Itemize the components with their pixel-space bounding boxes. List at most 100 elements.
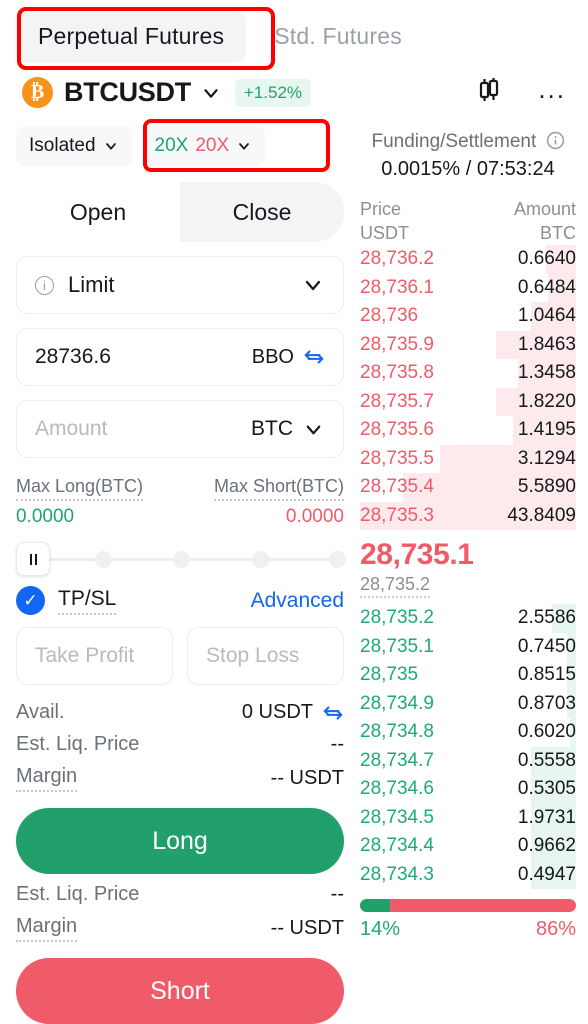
orderbook-row[interactable]: 28,735.5 3.1294 <box>360 444 576 474</box>
header-icon-group: ... <box>474 75 566 110</box>
orderbook-row[interactable]: 28,734.5 1.9731 <box>360 803 576 833</box>
funding-settlement-row: Funding/Settlement <box>360 128 576 156</box>
order-amount: 3.1294 <box>517 447 576 469</box>
long-margin-label: Margin <box>16 765 78 792</box>
slider-node[interactable] <box>252 550 270 568</box>
orderbook-row[interactable]: 28,734.7 0.5558 <box>360 746 576 776</box>
slider-handle[interactable] <box>16 542 50 576</box>
candlestick-icon[interactable] <box>474 75 504 110</box>
price-input[interactable]: 28736.6 BBO <box>16 328 344 386</box>
order-amount: 2.5586 <box>517 607 576 629</box>
short-liq-value: -- <box>330 883 344 905</box>
transfer-icon <box>323 705 343 720</box>
leverage-short-value: 20X <box>195 135 230 156</box>
order-amount: 0.6640 <box>517 248 576 270</box>
orderbook-row[interactable]: 28,735.7 1.8220 <box>360 387 576 417</box>
swap-arrows-icon <box>304 350 324 364</box>
orderbook-row[interactable]: 28,734.4 0.9662 <box>360 832 576 861</box>
index-price: 28,735.2 <box>360 574 431 599</box>
orderbook-row[interactable]: 28,736.2 0.6640 <box>360 245 576 274</box>
orderbook-row[interactable]: 28,735.9 1.8463 <box>360 330 576 360</box>
order-price: 28,735.4 <box>360 476 434 498</box>
order-price: 28,736 <box>360 305 419 327</box>
short-button[interactable]: Short <box>16 958 344 1024</box>
order-price: 28,735.8 <box>360 362 434 384</box>
order-amount: 1.0464 <box>517 305 576 327</box>
order-price: 28,736.1 <box>360 276 434 298</box>
advanced-link[interactable]: Advanced <box>251 589 344 613</box>
max-long-value: 0.0000 <box>16 506 75 527</box>
symbol-name[interactable]: BTCUSDT <box>64 77 191 108</box>
take-profit-placeholder: Take Profit <box>35 644 135 667</box>
tab-std-futures[interactable]: Std. Futures <box>252 10 424 63</box>
chevron-down-icon[interactable] <box>200 82 222 104</box>
chevron-down-icon[interactable] <box>301 273 325 297</box>
sell-ratio-label: 86% <box>535 918 576 941</box>
stop-loss-input[interactable]: Stop Loss <box>187 627 344 685</box>
amount-placeholder: Amount <box>35 417 108 440</box>
product-tabs: Perpetual Futures Std. Futures <box>0 0 588 67</box>
order-price: 28,735.2 <box>360 607 434 629</box>
orderbook-row[interactable]: 28,736 1.0464 <box>360 302 576 331</box>
buy-sell-ratio-bar <box>360 899 576 913</box>
orderbook-row[interactable]: 28,735.3 43.8409 <box>360 501 576 531</box>
order-price: 28,734.6 <box>360 778 434 800</box>
price-column-header: Price <box>360 198 402 219</box>
tab-open[interactable]: Open <box>16 182 180 242</box>
amount-input[interactable]: Amount BTC <box>16 400 344 458</box>
mid-price-block: 28,735.1 28,735.2 <box>360 530 576 604</box>
last-price: 28,735.1 <box>360 538 474 572</box>
price-unit-header: USDT <box>360 222 409 243</box>
orderbook-row[interactable]: 28,735.1 0.7450 <box>360 632 576 662</box>
price-change-badge: +1.52% <box>234 78 312 107</box>
order-amount: 0.6020 <box>517 721 576 743</box>
available-label: Avail. <box>16 701 65 723</box>
orderbook-row[interactable]: 28,735.8 1.3458 <box>360 359 576 388</box>
bbo-label[interactable]: BBO <box>252 346 294 369</box>
margin-settings-row: Isolated 20X 20X <box>16 119 344 172</box>
slider-node[interactable] <box>94 550 112 568</box>
tpsl-row: ✓ TP/SL Advanced <box>16 586 344 615</box>
order-price: 28,735.5 <box>360 447 434 469</box>
take-profit-input[interactable]: Take Profit <box>16 627 173 685</box>
orderbook-row[interactable]: 28,734.3 0.4947 <box>360 860 576 890</box>
orderbook-row[interactable]: 28,735.2 2.5586 <box>360 604 576 633</box>
leverage-selector[interactable]: 20X 20X <box>141 126 266 166</box>
tab-perpetual-futures[interactable]: Perpetual Futures <box>16 10 247 63</box>
open-close-toggle: Open Close <box>16 182 344 242</box>
orderbook-row[interactable]: 28,735 0.8515 <box>360 661 576 690</box>
margin-mode-selector[interactable]: Isolated <box>16 126 132 166</box>
tpsl-checkbox[interactable]: ✓ <box>16 586 45 615</box>
available-value: 0 USDT <box>241 701 313 723</box>
order-price: 28,735.6 <box>360 419 434 441</box>
info-icon[interactable] <box>546 131 565 150</box>
orderbook-row[interactable]: 28,736.1 0.6484 <box>360 273 576 303</box>
order-price: 28,735.1 <box>360 635 434 657</box>
tab-close[interactable]: Close <box>180 182 344 242</box>
orderbook-row[interactable]: 28,735.4 5.5890 <box>360 473 576 502</box>
info-icon[interactable]: i <box>35 275 54 295</box>
order-type-selector[interactable]: i Limit <box>16 256 344 314</box>
slider-node[interactable] <box>329 550 347 568</box>
orderbook-row[interactable]: 28,734.8 0.6020 <box>360 718 576 747</box>
orderbook-row[interactable]: 28,735.6 1.4195 <box>360 416 576 445</box>
max-position-row: Max Long(BTC) 0.0000 Max Short(BTC) 0.00… <box>16 476 344 528</box>
order-amount: 0.6484 <box>517 276 576 298</box>
order-price: 28,735.9 <box>360 333 434 355</box>
order-amount: 1.4195 <box>517 419 576 441</box>
order-amount: 0.8515 <box>517 664 576 686</box>
long-button[interactable]: Long <box>16 808 344 874</box>
order-entry-panel: Isolated 20X 20X Open Close i Limit 2873… <box>0 114 360 1024</box>
order-price: 28,735.7 <box>360 390 434 412</box>
funding-value: 0.0015% / 07:53:24 <box>381 157 555 180</box>
order-price: 28,735.3 <box>360 504 434 526</box>
max-short-label: Max Short(BTC) <box>213 476 344 501</box>
amount-slider[interactable] <box>16 542 347 576</box>
slider-node[interactable] <box>173 550 191 568</box>
long-margin-row: Margin -- USDT <box>16 765 344 792</box>
orderbook-row[interactable]: 28,734.6 0.5305 <box>360 775 576 804</box>
more-options-icon[interactable]: ... <box>538 76 566 102</box>
orderbook-row[interactable]: 28,734.9 0.8703 <box>360 689 576 719</box>
order-price: 28,734.3 <box>360 863 434 885</box>
order-price: 28,734.4 <box>360 835 434 857</box>
